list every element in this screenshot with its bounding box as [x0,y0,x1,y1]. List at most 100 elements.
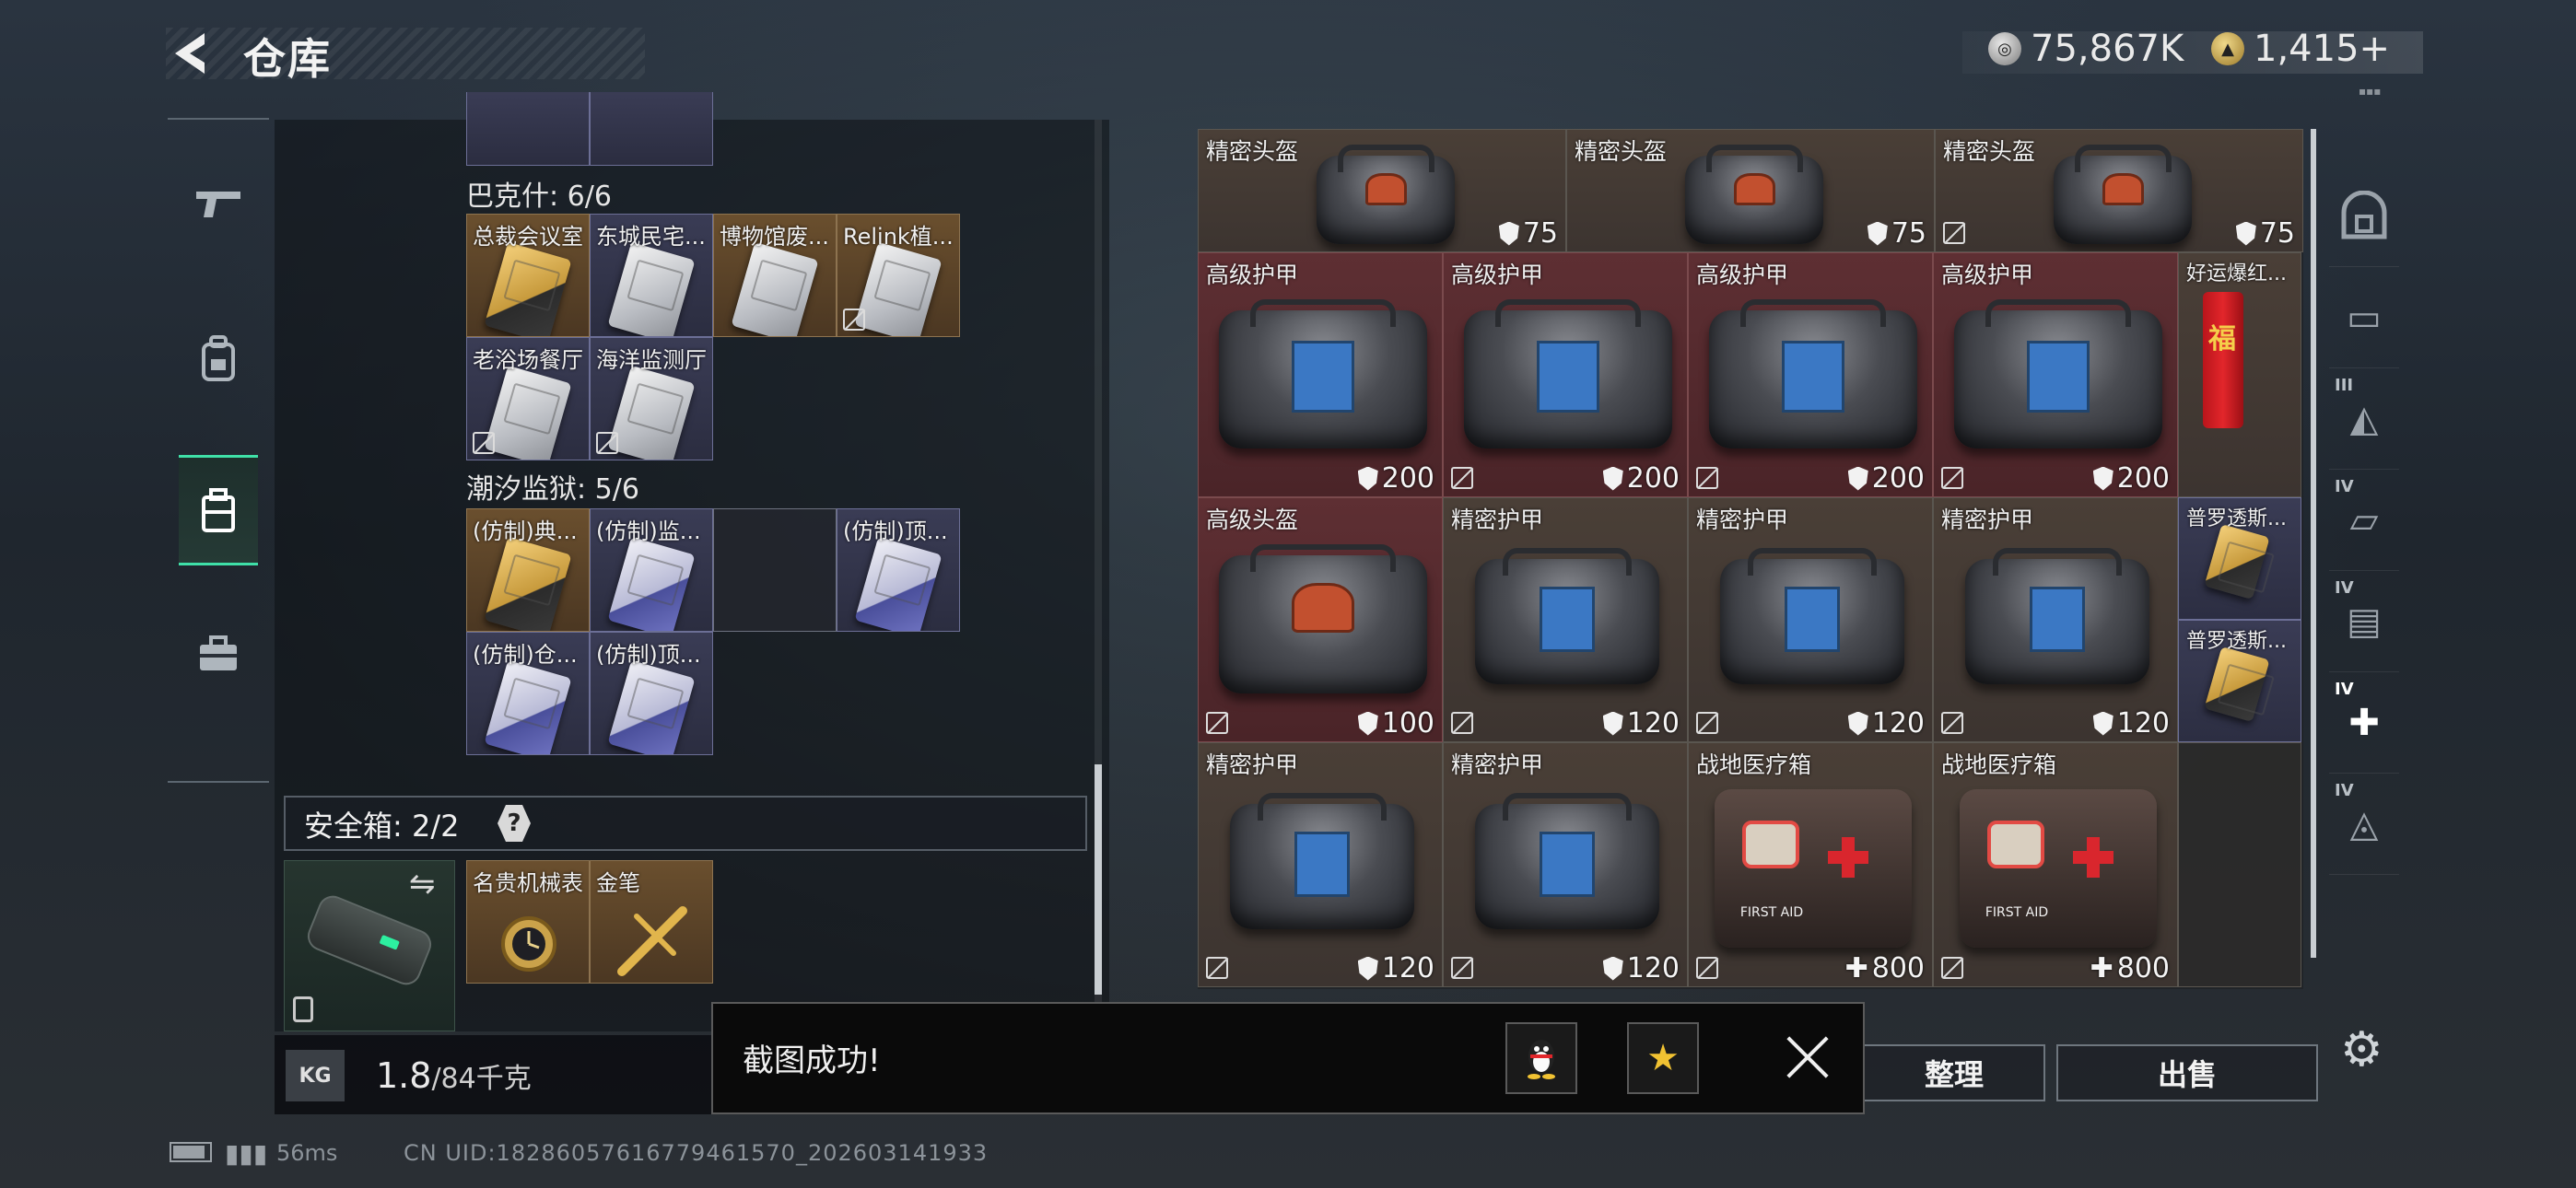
keycard-slot[interactable]: 海洋监测厅 [590,337,713,460]
stash-item[interactable]: FIRST AID 战地医疗箱 ✚ 800 [1688,742,1933,987]
keycard-icon [854,536,943,631]
stash-item[interactable]: 精密头盔 75 [1935,129,2303,252]
stash-tab-5[interactable]: IV ✚ [2329,672,2399,774]
rail-backpack[interactable] [179,304,258,414]
rail-stash[interactable] [179,455,258,565]
stash-tab-4[interactable]: IV ▤ [2329,571,2399,672]
stash-item[interactable]: 精密头盔 75 [1198,129,1566,252]
armor-bag-icon [1475,548,1659,684]
safe-item-slot[interactable]: 金笔 [590,860,713,984]
share-qzone-button[interactable]: ★ [1627,1022,1699,1094]
keycard-label: Relink植... [843,224,954,250]
item-value: ✚ 800 [2090,952,2170,984]
keycard-slot[interactable]: (仿制)顶... [837,508,960,632]
stash-item[interactable]: 高级护甲 200 [1198,252,1443,497]
back-button[interactable] [164,28,219,79]
keycard-slot[interactable]: Relink植... [837,214,960,337]
item-value: 120 [1357,952,1434,984]
safe-box-title: 安全箱: 2/2 [304,809,460,844]
armor-bag-icon [1219,299,1427,448]
firecracker-icon: 福 [2203,292,2243,428]
stash-slot-empty[interactable] [2178,742,2301,987]
stash-item[interactable]: 精密护甲 120 [1933,497,2178,742]
keycard-slot[interactable]: 老浴场餐厅 [466,337,590,460]
stash-tab-2[interactable]: III ◭ [2329,368,2399,470]
settings-gear-icon[interactable]: ⚙ [2340,1022,2383,1077]
no-insure-icon [596,432,618,454]
item-label: 普罗透斯... [2186,630,2287,653]
item-label: 高级护甲 [1206,262,1299,288]
safe-item-slot[interactable]: 名贵机械表 [466,860,590,984]
stash-item[interactable]: 精密护甲 120 [1198,742,1443,987]
shield-icon [1847,711,1868,736]
close-toast-button[interactable] [1780,1030,1835,1085]
page-title: 仓库 [243,34,332,84]
item-value: 120 [2092,707,2170,740]
keycard-slot-partial[interactable] [590,92,713,166]
stash-item[interactable]: 精密护甲 120 [1443,497,1688,742]
stash-box-icon [202,488,235,532]
medkit-add-icon: ✚ [2348,701,2380,744]
currency-gold[interactable]: ▲ 1,415+ [2211,28,2390,70]
item-value: 120 [1602,952,1680,984]
sort-button[interactable]: 整理 [1863,1044,2045,1101]
item-label: 精密护甲 [1941,507,2034,533]
keycard-slot[interactable]: (仿制)典... [466,508,590,632]
stash-tab-3[interactable]: IV ▱ [2329,470,2399,571]
currency-silver[interactable]: ◎ 75,867K [1988,28,2184,70]
shield-icon [1357,711,1378,736]
keycard-slot[interactable]: 总裁会议室 [466,214,590,337]
rail-toolbox[interactable] [179,599,258,709]
stash-item[interactable]: 精密护甲 120 [1688,497,1933,742]
item-label: 高级护甲 [1696,262,1789,288]
container-scroll-thumb[interactable] [1095,764,1102,995]
keycard-slot[interactable]: 博物馆废... [713,214,837,337]
stash-item[interactable]: 高级护甲 200 [1443,252,1688,497]
pistol-icon [196,192,240,217]
keycard-icon [484,659,572,754]
stash-tab-1[interactable]: ▭ [2329,267,2399,368]
stash-item[interactable]: 普罗透斯... [2178,620,2301,742]
stash-item[interactable]: 精密护甲 120 [1443,742,1688,987]
item-value: 75 [2235,217,2295,250]
weight-readout: 1.8/84千克 [376,1055,532,1096]
stash-item[interactable]: 普罗透斯... [2178,497,2301,620]
keycard-slot-empty[interactable] [713,508,837,632]
helmet-bag-icon [1317,145,1455,244]
keycard-icon [854,241,943,336]
stash-tab-overview[interactable] [2329,166,2399,267]
keycard-slot[interactable]: (仿制)顶... [590,632,713,755]
keycard-label: (仿制)顶... [843,518,948,544]
heal-plus-icon: ✚ [2090,952,2113,984]
no-insure-icon [1451,712,1473,734]
keycard-slot-partial[interactable] [466,92,590,166]
stash-item[interactable]: 精密头盔 75 [1566,129,1935,252]
item-label: 高级护甲 [1451,262,1544,288]
stash-scroll-thumb[interactable] [2311,129,2316,958]
swap-icon[interactable]: ⇋ [409,866,436,903]
keycard-slot[interactable]: (仿制)监... [590,508,713,632]
stash-item[interactable]: 福 好运爆红... [2178,252,2301,497]
keycard-slot[interactable]: (仿制)仓... [466,632,590,755]
silver-coin-icon: ◎ [1988,32,2021,65]
triangle-case-icon: ◬ [2349,802,2379,845]
stash-item[interactable]: 高级护甲 200 [1688,252,1933,497]
keycard-label: 博物馆废... [720,224,829,250]
sell-button[interactable]: 出售 [2056,1044,2318,1101]
rail-weapons[interactable] [179,147,258,258]
stash-item[interactable]: 高级护甲 200 [1933,252,2178,497]
item-value: 120 [1847,707,1925,740]
no-insure-icon [1451,957,1473,979]
stash-item[interactable]: FIRST AID 战地医疗箱 ✚ 800 [1933,742,2178,987]
keycard-label: 海洋监测厅 [596,347,707,373]
item-label: 精密头盔 [1206,138,1299,165]
keycard-label: 老浴场餐厅 [473,347,583,373]
stash-item[interactable]: 高级头盔 100 [1198,497,1443,742]
shield-icon [1602,956,1623,981]
item-value: 75 [1498,217,1558,250]
safe-item-label: 金笔 [596,870,640,896]
user-uid: CN UID:18286057616779461570_202603141933 [404,1140,989,1166]
share-qq-button[interactable] [1505,1022,1577,1094]
stash-tab-6[interactable]: IV ◬ [2329,774,2399,875]
keycard-slot[interactable]: 东城民宅... [590,214,713,337]
